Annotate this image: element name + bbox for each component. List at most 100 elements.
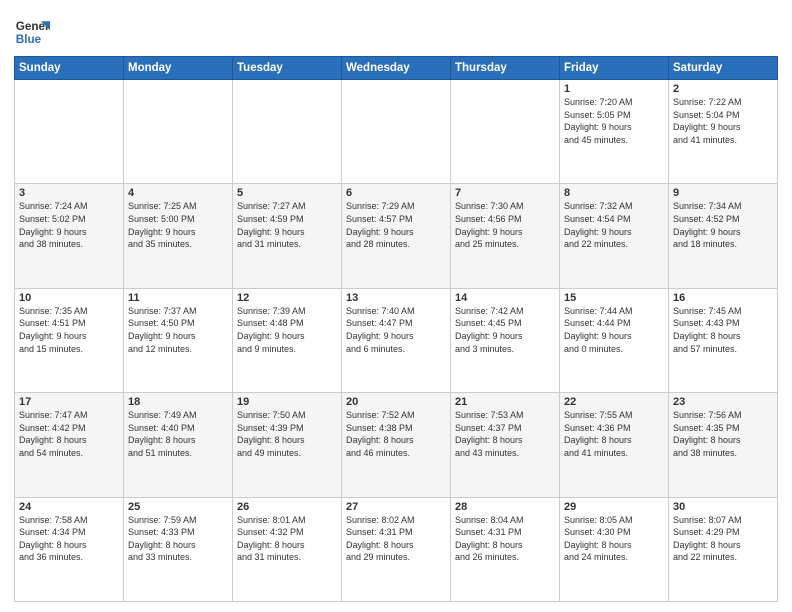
day-number: 19: [237, 396, 337, 408]
cell-info: Sunrise: 8:04 AM Sunset: 4:31 PM Dayligh…: [455, 514, 555, 564]
cell-info: Sunrise: 7:30 AM Sunset: 4:56 PM Dayligh…: [455, 200, 555, 250]
cell-info: Sunrise: 7:42 AM Sunset: 4:45 PM Dayligh…: [455, 305, 555, 355]
day-number: 10: [19, 292, 119, 304]
cell-info: Sunrise: 7:40 AM Sunset: 4:47 PM Dayligh…: [346, 305, 446, 355]
cell-info: Sunrise: 7:59 AM Sunset: 4:33 PM Dayligh…: [128, 514, 228, 564]
day-number: 18: [128, 396, 228, 408]
calendar-cell-1-5: [451, 80, 560, 184]
week-row-1: 1Sunrise: 7:20 AM Sunset: 5:05 PM Daylig…: [15, 80, 778, 184]
calendar-cell-3-5: 14Sunrise: 7:42 AM Sunset: 4:45 PM Dayli…: [451, 288, 560, 392]
weekday-header-row: SundayMondayTuesdayWednesdayThursdayFrid…: [15, 57, 778, 80]
day-number: 25: [128, 501, 228, 513]
calendar-cell-5-7: 30Sunrise: 8:07 AM Sunset: 4:29 PM Dayli…: [669, 497, 778, 601]
calendar-cell-2-1: 3Sunrise: 7:24 AM Sunset: 5:02 PM Daylig…: [15, 184, 124, 288]
day-number: 6: [346, 187, 446, 199]
week-row-4: 17Sunrise: 7:47 AM Sunset: 4:42 PM Dayli…: [15, 393, 778, 497]
day-number: 24: [19, 501, 119, 513]
cell-info: Sunrise: 8:05 AM Sunset: 4:30 PM Dayligh…: [564, 514, 664, 564]
calendar-cell-4-4: 20Sunrise: 7:52 AM Sunset: 4:38 PM Dayli…: [342, 393, 451, 497]
day-number: 11: [128, 292, 228, 304]
day-number: 21: [455, 396, 555, 408]
calendar-cell-3-4: 13Sunrise: 7:40 AM Sunset: 4:47 PM Dayli…: [342, 288, 451, 392]
day-number: 15: [564, 292, 664, 304]
day-number: 16: [673, 292, 773, 304]
calendar-cell-4-5: 21Sunrise: 7:53 AM Sunset: 4:37 PM Dayli…: [451, 393, 560, 497]
day-number: 2: [673, 83, 773, 95]
day-number: 13: [346, 292, 446, 304]
calendar-cell-1-1: [15, 80, 124, 184]
cell-info: Sunrise: 7:44 AM Sunset: 4:44 PM Dayligh…: [564, 305, 664, 355]
calendar-cell-5-5: 28Sunrise: 8:04 AM Sunset: 4:31 PM Dayli…: [451, 497, 560, 601]
cell-info: Sunrise: 7:56 AM Sunset: 4:35 PM Dayligh…: [673, 409, 773, 459]
cell-info: Sunrise: 7:47 AM Sunset: 4:42 PM Dayligh…: [19, 409, 119, 459]
day-number: 12: [237, 292, 337, 304]
cell-info: Sunrise: 7:45 AM Sunset: 4:43 PM Dayligh…: [673, 305, 773, 355]
cell-info: Sunrise: 7:35 AM Sunset: 4:51 PM Dayligh…: [19, 305, 119, 355]
day-number: 22: [564, 396, 664, 408]
calendar-cell-1-3: [233, 80, 342, 184]
weekday-header-monday: Monday: [124, 57, 233, 80]
day-number: 26: [237, 501, 337, 513]
cell-info: Sunrise: 7:22 AM Sunset: 5:04 PM Dayligh…: [673, 96, 773, 146]
day-number: 30: [673, 501, 773, 513]
cell-info: Sunrise: 8:01 AM Sunset: 4:32 PM Dayligh…: [237, 514, 337, 564]
weekday-header-saturday: Saturday: [669, 57, 778, 80]
week-row-2: 3Sunrise: 7:24 AM Sunset: 5:02 PM Daylig…: [15, 184, 778, 288]
day-number: 29: [564, 501, 664, 513]
calendar-cell-3-6: 15Sunrise: 7:44 AM Sunset: 4:44 PM Dayli…: [560, 288, 669, 392]
cell-info: Sunrise: 7:55 AM Sunset: 4:36 PM Dayligh…: [564, 409, 664, 459]
cell-info: Sunrise: 7:49 AM Sunset: 4:40 PM Dayligh…: [128, 409, 228, 459]
logo-icon: General Blue: [14, 14, 50, 50]
cell-info: Sunrise: 7:24 AM Sunset: 5:02 PM Dayligh…: [19, 200, 119, 250]
calendar-cell-4-7: 23Sunrise: 7:56 AM Sunset: 4:35 PM Dayli…: [669, 393, 778, 497]
calendar-cell-3-1: 10Sunrise: 7:35 AM Sunset: 4:51 PM Dayli…: [15, 288, 124, 392]
calendar-cell-2-2: 4Sunrise: 7:25 AM Sunset: 5:00 PM Daylig…: [124, 184, 233, 288]
day-number: 14: [455, 292, 555, 304]
calendar-cell-4-2: 18Sunrise: 7:49 AM Sunset: 4:40 PM Dayli…: [124, 393, 233, 497]
calendar-cell-2-6: 8Sunrise: 7:32 AM Sunset: 4:54 PM Daylig…: [560, 184, 669, 288]
calendar-cell-3-7: 16Sunrise: 7:45 AM Sunset: 4:43 PM Dayli…: [669, 288, 778, 392]
day-number: 7: [455, 187, 555, 199]
calendar-cell-4-3: 19Sunrise: 7:50 AM Sunset: 4:39 PM Dayli…: [233, 393, 342, 497]
cell-info: Sunrise: 8:02 AM Sunset: 4:31 PM Dayligh…: [346, 514, 446, 564]
cell-info: Sunrise: 7:20 AM Sunset: 5:05 PM Dayligh…: [564, 96, 664, 146]
calendar-cell-3-2: 11Sunrise: 7:37 AM Sunset: 4:50 PM Dayli…: [124, 288, 233, 392]
day-number: 4: [128, 187, 228, 199]
day-number: 9: [673, 187, 773, 199]
day-number: 27: [346, 501, 446, 513]
calendar-cell-4-1: 17Sunrise: 7:47 AM Sunset: 4:42 PM Dayli…: [15, 393, 124, 497]
week-row-3: 10Sunrise: 7:35 AM Sunset: 4:51 PM Dayli…: [15, 288, 778, 392]
calendar-cell-2-7: 9Sunrise: 7:34 AM Sunset: 4:52 PM Daylig…: [669, 184, 778, 288]
svg-text:Blue: Blue: [16, 33, 42, 46]
cell-info: Sunrise: 7:58 AM Sunset: 4:34 PM Dayligh…: [19, 514, 119, 564]
cell-info: Sunrise: 7:34 AM Sunset: 4:52 PM Dayligh…: [673, 200, 773, 250]
cell-info: Sunrise: 7:50 AM Sunset: 4:39 PM Dayligh…: [237, 409, 337, 459]
calendar-cell-2-4: 6Sunrise: 7:29 AM Sunset: 4:57 PM Daylig…: [342, 184, 451, 288]
calendar-cell-1-2: [124, 80, 233, 184]
cell-info: Sunrise: 7:27 AM Sunset: 4:59 PM Dayligh…: [237, 200, 337, 250]
weekday-header-wednesday: Wednesday: [342, 57, 451, 80]
weekday-header-tuesday: Tuesday: [233, 57, 342, 80]
calendar-cell-1-7: 2Sunrise: 7:22 AM Sunset: 5:04 PM Daylig…: [669, 80, 778, 184]
day-number: 23: [673, 396, 773, 408]
day-number: 8: [564, 187, 664, 199]
cell-info: Sunrise: 7:29 AM Sunset: 4:57 PM Dayligh…: [346, 200, 446, 250]
calendar-cell-5-4: 27Sunrise: 8:02 AM Sunset: 4:31 PM Dayli…: [342, 497, 451, 601]
day-number: 3: [19, 187, 119, 199]
calendar-cell-2-5: 7Sunrise: 7:30 AM Sunset: 4:56 PM Daylig…: [451, 184, 560, 288]
cell-info: Sunrise: 7:39 AM Sunset: 4:48 PM Dayligh…: [237, 305, 337, 355]
calendar-cell-3-3: 12Sunrise: 7:39 AM Sunset: 4:48 PM Dayli…: [233, 288, 342, 392]
cell-info: Sunrise: 7:53 AM Sunset: 4:37 PM Dayligh…: [455, 409, 555, 459]
calendar-cell-4-6: 22Sunrise: 7:55 AM Sunset: 4:36 PM Dayli…: [560, 393, 669, 497]
day-number: 1: [564, 83, 664, 95]
calendar-cell-1-4: [342, 80, 451, 184]
calendar-cell-5-1: 24Sunrise: 7:58 AM Sunset: 4:34 PM Dayli…: [15, 497, 124, 601]
weekday-header-thursday: Thursday: [451, 57, 560, 80]
weekday-header-sunday: Sunday: [15, 57, 124, 80]
day-number: 20: [346, 396, 446, 408]
weekday-header-friday: Friday: [560, 57, 669, 80]
day-number: 17: [19, 396, 119, 408]
cell-info: Sunrise: 8:07 AM Sunset: 4:29 PM Dayligh…: [673, 514, 773, 564]
calendar-cell-5-3: 26Sunrise: 8:01 AM Sunset: 4:32 PM Dayli…: [233, 497, 342, 601]
calendar-cell-5-2: 25Sunrise: 7:59 AM Sunset: 4:33 PM Dayli…: [124, 497, 233, 601]
